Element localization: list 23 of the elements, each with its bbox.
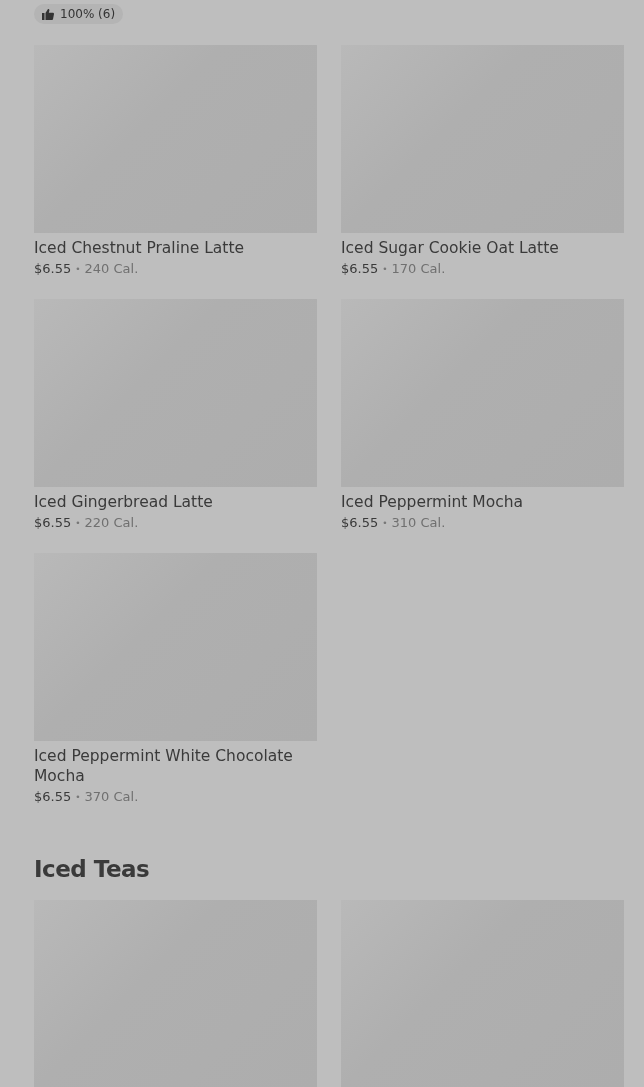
separator: •: [382, 263, 388, 274]
separator: •: [382, 517, 388, 528]
product-calories: 170 Cal.: [391, 261, 446, 276]
product-price: $6.55: [34, 789, 72, 804]
product-name[interactable]: Iced Sugar Cookie Oat Latte: [341, 238, 624, 258]
product-calories: 370 Cal.: [84, 789, 139, 804]
product-price: $6.55: [34, 261, 72, 276]
product-name[interactable]: Iced Peppermint White Chocolate Mocha: [34, 746, 317, 786]
separator: •: [75, 517, 81, 528]
product-calories: 220 Cal.: [84, 515, 139, 530]
product-price: $6.55: [341, 261, 379, 276]
separator: •: [75, 263, 81, 274]
product-name[interactable]: Iced Chestnut Praline Latte: [34, 238, 317, 258]
product-price: $6.55: [341, 515, 379, 530]
product-name[interactable]: Iced Gingerbread Latte: [34, 492, 317, 512]
product-name[interactable]: Iced Peppermint Mocha: [341, 492, 624, 512]
product-calories: 310 Cal.: [391, 515, 446, 530]
separator: •: [75, 791, 81, 802]
rating-text: 100% (6): [60, 7, 116, 21]
thumbs-up-icon: [42, 8, 54, 20]
product-price: $6.55: [34, 515, 72, 530]
product-calories: 240 Cal.: [84, 261, 139, 276]
section-title: Iced Teas: [34, 856, 151, 882]
